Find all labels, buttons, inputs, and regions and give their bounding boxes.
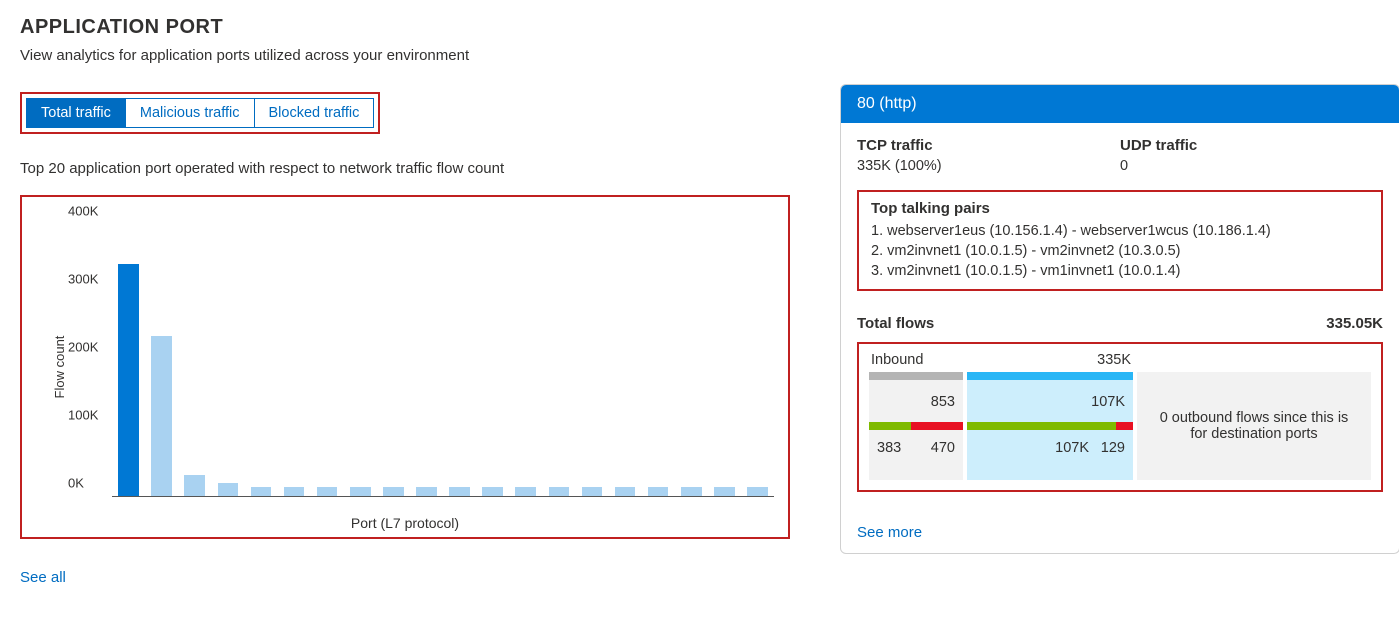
port-detail-card: 80 (http) TCP traffic 335K (100%) UDP tr… xyxy=(840,84,1399,554)
flow-panel-a: 853 383 470 xyxy=(869,372,963,480)
flow-panel-outbound: 0 outbound flows since this is for desti… xyxy=(1137,372,1371,480)
chart-bar[interactable] xyxy=(251,487,272,496)
inbound-value: 335K xyxy=(1097,352,1131,368)
chart-bar[interactable] xyxy=(482,487,503,496)
chart-bar[interactable] xyxy=(747,487,768,496)
total-flows-label: Total flows xyxy=(857,315,934,332)
chart-bar[interactable] xyxy=(218,483,239,496)
talking-pair-row: 1. webserver1eus (10.156.1.4) - webserve… xyxy=(871,223,1369,239)
page-title: APPLICATION PORT xyxy=(20,16,800,39)
chart-bar[interactable] xyxy=(681,487,702,496)
tab-blocked-traffic[interactable]: Blocked traffic xyxy=(254,99,374,127)
total-flows-value: 335.05K xyxy=(1326,315,1383,332)
panel-b-bot-left: 107K xyxy=(1055,440,1089,456)
chart-bar[interactable] xyxy=(714,487,735,496)
chart-bar[interactable] xyxy=(118,264,139,496)
chart-bar[interactable] xyxy=(648,487,669,496)
ytick: 300K xyxy=(68,272,98,287)
chart-bar[interactable] xyxy=(151,336,172,496)
tcp-traffic-label: TCP traffic xyxy=(857,137,1120,154)
panel-a-top: 853 xyxy=(931,394,955,410)
chart-bar[interactable] xyxy=(449,487,470,496)
see-more-link[interactable]: See more xyxy=(857,524,922,541)
talking-pair-row: 3. vm2invnet1 (10.0.1.5) - vm1invnet1 (1… xyxy=(871,263,1369,279)
tab-malicious-traffic[interactable]: Malicious traffic xyxy=(125,99,254,127)
chart-bar[interactable] xyxy=(582,487,603,496)
panel-b-top: 107K xyxy=(1091,394,1125,410)
chart-bar[interactable] xyxy=(549,487,570,496)
ytick: 100K xyxy=(68,408,98,423)
chart-bar[interactable] xyxy=(284,487,305,496)
flows-breakdown: Inbound 335K 853 383 470 xyxy=(857,342,1383,492)
chart-ylabel: Flow count xyxy=(52,336,67,399)
panel-a-bot-right: 470 xyxy=(931,440,955,456)
ytick: 400K xyxy=(68,204,98,219)
chart-xlabel: Port (L7 protocol) xyxy=(22,515,788,531)
chart-bar[interactable] xyxy=(515,487,536,496)
chart-bar[interactable] xyxy=(317,487,338,496)
chart-bar[interactable] xyxy=(383,487,404,496)
top-talking-pairs: Top talking pairs 1. webserver1eus (10.1… xyxy=(857,190,1383,291)
tcp-traffic-value: 335K (100%) xyxy=(857,158,1120,174)
chart-bar[interactable] xyxy=(350,487,371,496)
ytick: 0K xyxy=(68,476,84,491)
flow-count-chart: Flow count Port (L7 protocol) 400K 300K … xyxy=(20,195,790,539)
outbound-message: 0 outbound flows since this is for desti… xyxy=(1157,410,1351,442)
see-all-link[interactable]: See all xyxy=(20,569,66,586)
flow-panel-b: 107K 107K 129 xyxy=(967,372,1133,480)
traffic-tabs: Total traffic Malicious traffic Blocked … xyxy=(20,92,380,134)
chart-bar[interactable] xyxy=(615,487,636,496)
page-subtitle: View analytics for application ports uti… xyxy=(20,47,800,64)
port-detail-title: 80 (http) xyxy=(841,85,1399,123)
ytick: 200K xyxy=(68,340,98,355)
inbound-label: Inbound xyxy=(871,352,923,368)
chart-caption: Top 20 application port operated with re… xyxy=(20,160,800,177)
chart-bar[interactable] xyxy=(184,475,205,496)
panel-b-bot-right: 129 xyxy=(1101,440,1125,456)
tab-total-traffic[interactable]: Total traffic xyxy=(27,99,125,127)
udp-traffic-value: 0 xyxy=(1120,158,1383,174)
talking-pairs-title: Top talking pairs xyxy=(871,200,1369,217)
talking-pair-row: 2. vm2invnet1 (10.0.1.5) - vm2invnet2 (1… xyxy=(871,243,1369,259)
panel-a-bot-left: 383 xyxy=(877,440,901,456)
chart-bar[interactable] xyxy=(416,487,437,496)
udp-traffic-label: UDP traffic xyxy=(1120,137,1383,154)
